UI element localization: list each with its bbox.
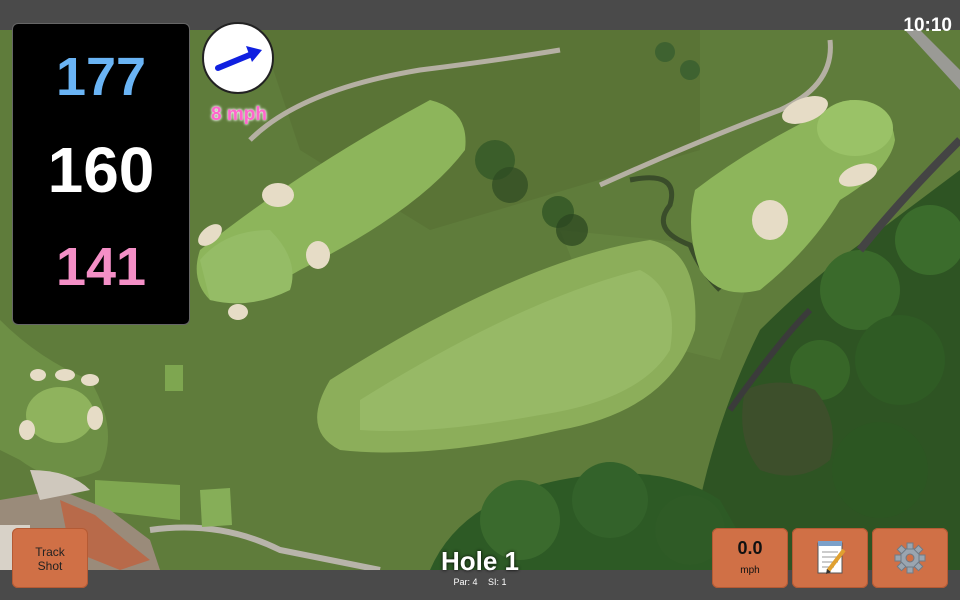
track-shot-button[interactable]: Track Shot: [12, 528, 88, 588]
notes-button[interactable]: [792, 528, 868, 588]
hole-par: Par: 4: [453, 577, 478, 587]
track-shot-label: Track Shot: [35, 545, 65, 573]
distance-front: 141: [55, 237, 147, 297]
speed-unit: mph: [740, 565, 760, 576]
wind-direction-arrow-icon: [215, 46, 262, 71]
clock: 10:10: [903, 15, 952, 36]
gear-icon: [894, 542, 926, 574]
distance-middle: 160: [47, 134, 155, 206]
distance-panel: 177 160 141: [12, 23, 190, 325]
wind-dial: [202, 22, 274, 94]
distance-back: 177: [55, 47, 147, 107]
settings-button[interactable]: [872, 528, 948, 588]
hole-info: Par: 4 SI: 1: [380, 577, 580, 587]
speed-value: 0.0: [737, 538, 763, 558]
hole-stroke-index: SI: 1: [488, 577, 507, 587]
notepad-icon: [817, 541, 846, 574]
hole-title: Hole 1: [440, 546, 520, 576]
wind-speed: 8 mph: [211, 104, 267, 125]
speed-button[interactable]: 0.0 mph: [712, 528, 788, 588]
